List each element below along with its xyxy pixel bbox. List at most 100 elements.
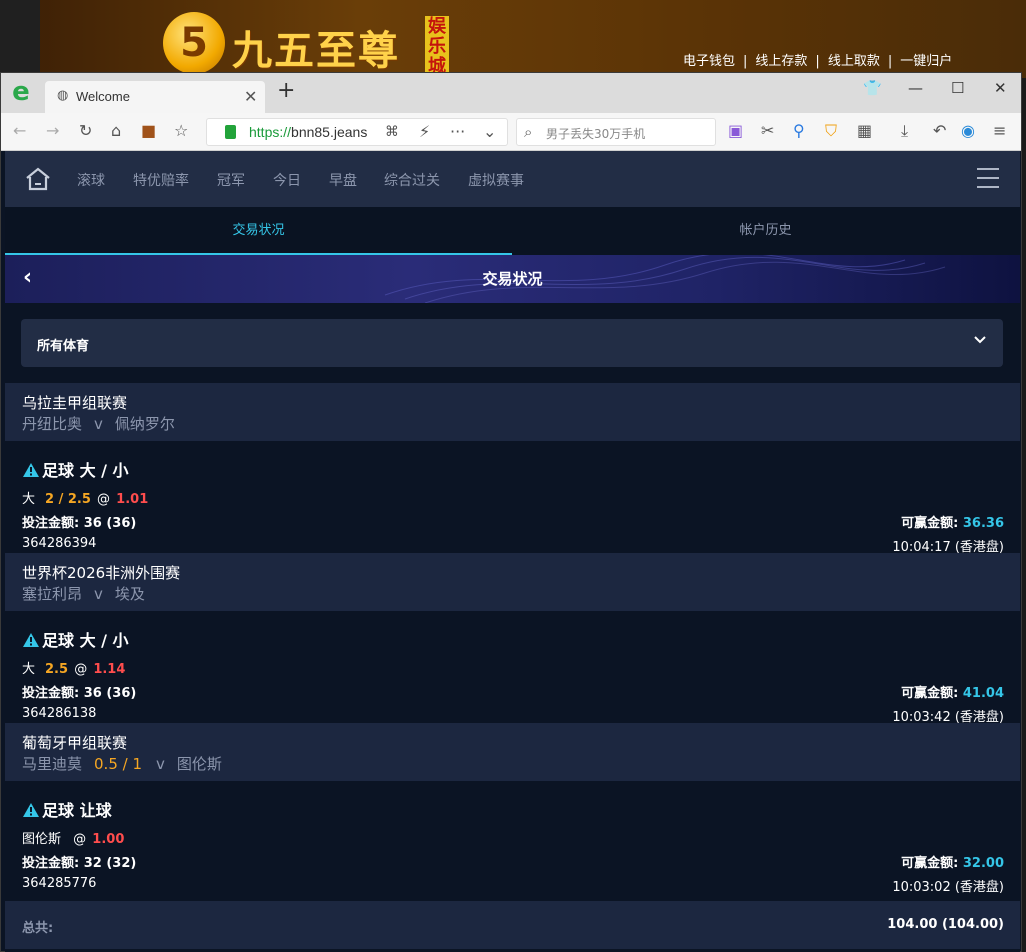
briefcase-icon[interactable]: ■ — [141, 122, 156, 140]
favorites-icon[interactable]: ☆ — [174, 122, 188, 140]
stake: 投注金额: 36 (36) — [22, 516, 137, 531]
close-tab-icon[interactable]: ✕ — [244, 87, 257, 106]
potential-win: 可赢金额: 36.36 — [901, 516, 1004, 531]
league-header: 世界杯2026非洲外围赛 塞拉利昂 v 埃及 — [5, 553, 1020, 611]
bet-page: 滚球 特优赔率 冠军 今日 早盘 综合过关 虚拟赛事 交易状况 帐户历史 ‹ 交… — [5, 151, 1020, 952]
globe-icon: ◍ — [57, 88, 69, 103]
url-text: https://bnn85.jeans — [249, 124, 368, 140]
minimize-icon[interactable]: — — [908, 79, 923, 97]
reload-icon[interactable]: ↻ — [79, 122, 92, 140]
screen: 5 九五至尊 娱 乐 城 电子钱包 | 线上存款 | 线上取款 | 一键归户 e ◍ Wel… — [0, 0, 1026, 952]
translate-icon[interactable]: ⌘ — [385, 123, 399, 141]
scissors-icon[interactable]: ✂ — [761, 122, 774, 140]
close-window-icon[interactable]: ✕ — [994, 79, 1007, 97]
top-nav: 滚球 特优赔率 冠军 今日 早盘 综合过关 虚拟赛事 — [5, 151, 1020, 207]
browser-logo-icon[interactable]: e — [8, 79, 34, 106]
apps-grid-icon[interactable]: ▦ — [857, 122, 872, 140]
bet-card: 足球 大 / 小 大 2.5 @ 1.14 投注金额: 36 (36) 36428… — [5, 611, 1020, 725]
bet-card: 足球 让球 图伦斯 @ 1.00 投注金额: 32 (32) 364285776… — [5, 781, 1020, 895]
warning-icon — [23, 463, 39, 477]
site-links: 电子钱包 | 线上存款 | 线上取款 | 一键归户 — [683, 54, 953, 69]
bet-card: 足球 大 / 小 大2 / 2.5 @ 1.01 投注金额: 36 (36) 3… — [5, 441, 1020, 555]
site-logo-badge: 娱 乐 城 — [425, 16, 449, 77]
sync-icon[interactable]: ◉ — [961, 122, 975, 140]
search-placeholder: 男子丢失30万手机 — [546, 127, 646, 141]
undo-icon[interactable]: ↶ — [933, 122, 946, 140]
chevron-down-icon — [974, 336, 986, 344]
site-logo-icon[interactable]: 5 — [163, 12, 225, 74]
nav-item-outright[interactable]: 冠军 — [217, 170, 245, 190]
back-arrow-icon[interactable]: ← — [13, 122, 26, 140]
stake: 投注金额: 32 (32) — [22, 856, 137, 871]
page-title: 交易状况 — [482, 270, 543, 288]
home-icon[interactable]: ⌂ — [111, 122, 121, 140]
bet-type: 足球 大 / 小 — [22, 457, 129, 481]
ticket-id: 364286394 — [22, 536, 97, 551]
lightning-icon[interactable]: ⚡ — [419, 123, 430, 141]
maximize-icon[interactable]: ☐ — [951, 79, 964, 97]
tab-bet-status[interactable]: 交易状况 — [5, 207, 512, 255]
page-header: ‹ 交易状况 — [5, 255, 1020, 303]
browser-tab[interactable]: ◍ Welcome ✕ — [45, 81, 265, 113]
tab-title: Welcome — [76, 89, 130, 104]
ticket-id: 364286138 — [22, 706, 97, 721]
tab-account-history[interactable]: 帐户历史 — [512, 207, 1019, 255]
link-deposit[interactable]: 线上存款 — [755, 54, 807, 69]
hamburger-menu-icon[interactable] — [977, 168, 999, 195]
potential-win: 可赢金额: 41.04 — [901, 686, 1004, 701]
bet-type: 足球 让球 — [22, 797, 112, 821]
match-teams: 塞拉利昂 v 埃及 — [22, 585, 145, 603]
ticket-id: 364285776 — [22, 876, 97, 891]
nav-item-virtual[interactable]: 虚拟赛事 — [468, 170, 524, 190]
site-logo-text: 九五至尊 — [232, 27, 400, 74]
match-teams: 丹纽比奥 v 佩纳罗尔 — [22, 415, 175, 433]
shield-icon[interactable]: ⛉ — [825, 122, 837, 140]
home-nav-icon[interactable] — [25, 167, 51, 191]
sport-filter-dropdown[interactable]: 所有体育 — [21, 319, 1003, 367]
search-box[interactable]: ⌕ 男子丢失30万手机 — [516, 118, 716, 146]
nav-item-early[interactable]: 早盘 — [329, 170, 357, 190]
browser-titlebar: e ◍ Welcome ✕ + 👕 — ☐ ✕ — [1, 73, 1021, 113]
translate-ext-icon[interactable]: ▣ — [728, 122, 743, 140]
warning-icon — [23, 803, 39, 817]
site-banner: 5 九五至尊 娱 乐 城 电子钱包 | 线上存款 | 线上取款 | 一键归户 — [0, 0, 1026, 78]
handicap: 0.5 / 1 — [94, 755, 143, 773]
shirt-icon[interactable]: 👕 — [863, 79, 882, 97]
link-consolidate[interactable]: 一键归户 — [900, 54, 952, 69]
bet-type: 足球 大 / 小 — [22, 627, 129, 651]
match-teams: 马里迪莫 0.5 / 1 v 图伦斯 — [22, 755, 222, 773]
find-icon[interactable]: ⚲ — [793, 122, 805, 140]
bet-selection: 图伦斯 @ 1.00 — [22, 832, 125, 847]
link-withdraw[interactable]: 线上取款 — [828, 54, 880, 69]
new-tab-icon[interactable]: + — [277, 80, 295, 102]
nav-item-today[interactable]: 今日 — [273, 170, 301, 190]
league-name: 乌拉圭甲组联赛 — [22, 394, 128, 412]
bet-selection: 大2 / 2.5 @ 1.01 — [22, 492, 149, 507]
nav-item-special-odds[interactable]: 特优赔率 — [133, 170, 189, 190]
total-row: 总共: 104.00 (104.00) — [5, 901, 1020, 949]
nav-item-parlay[interactable]: 综合过关 — [384, 170, 440, 190]
league-name: 葡萄牙甲组联赛 — [22, 734, 128, 752]
league-header: 乌拉圭甲组联赛 丹纽比奥 v 佩纳罗尔 — [5, 383, 1020, 441]
warning-icon — [23, 633, 39, 647]
nav-item-live[interactable]: 滚球 — [77, 170, 105, 190]
bet-selection: 大 2.5 @ 1.14 — [22, 662, 126, 677]
stake: 投注金额: 36 (36) — [22, 686, 137, 701]
chevron-down-icon[interactable]: ⌄ — [483, 123, 496, 141]
link-wallet[interactable]: 电子钱包 — [683, 54, 735, 69]
bet-time: 10:03:02 (香港盘) — [892, 880, 1004, 895]
total-label: 总共: — [22, 921, 54, 936]
sport-filter-value: 所有体育 — [37, 339, 90, 354]
subtabs: 交易状况 帐户历史 — [5, 207, 1020, 255]
lock-icon — [225, 125, 236, 139]
address-bar[interactable]: https://bnn85.jeans ⌘ ⚡ ··· ⌄ — [206, 118, 508, 146]
potential-win: 可赢金额: 32.00 — [901, 856, 1004, 871]
league-header: 葡萄牙甲组联赛 马里迪莫 0.5 / 1 v 图伦斯 — [5, 723, 1020, 781]
league-name: 世界杯2026非洲外围赛 — [22, 564, 181, 582]
total-value: 104.00 (104.00) — [887, 917, 1004, 932]
menu-icon[interactable]: ≡ — [993, 122, 1006, 140]
more-icon[interactable]: ··· — [450, 123, 465, 141]
download-icon[interactable]: ⤓ — [901, 122, 908, 140]
forward-arrow-icon[interactable]: → — [46, 122, 59, 140]
browser-toolbar: ← → ↻ ⌂ ■ ☆ https://bnn85.jeans ⌘ ⚡ ··· … — [1, 113, 1021, 151]
